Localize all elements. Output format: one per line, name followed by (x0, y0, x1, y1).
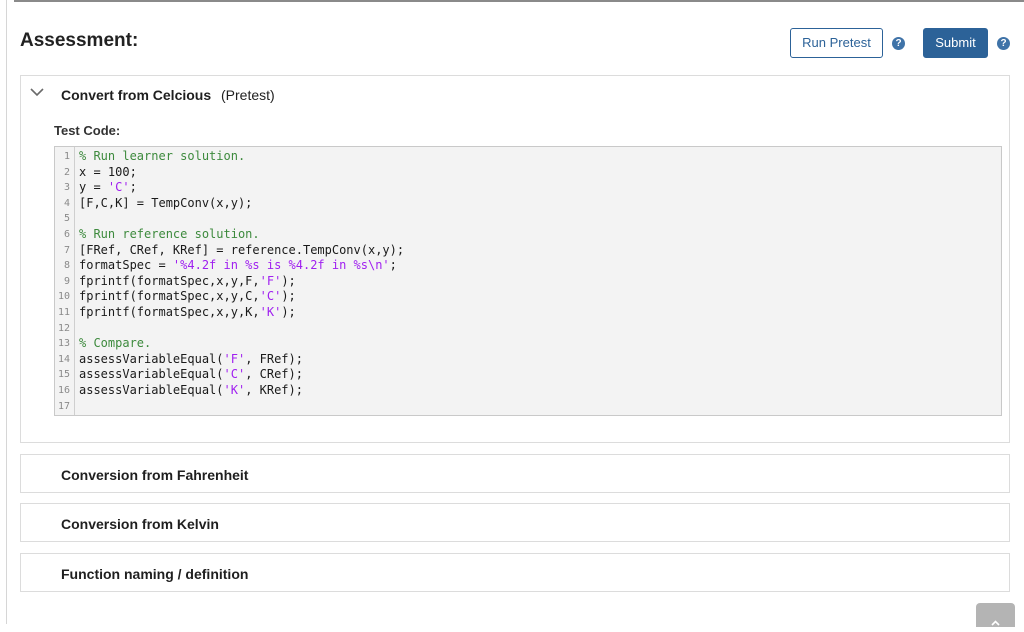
code-line[interactable]: 5 (55, 211, 1001, 227)
line-number: 8 (63, 260, 70, 272)
line-number: 1 (63, 151, 70, 162)
submit-help-icon[interactable]: ? (997, 37, 1010, 50)
code-line[interactable]: 14 assessVariableEqual('F', FRef); (55, 352, 1001, 368)
code-line[interactable]: 12 (55, 321, 1001, 337)
code-text: fprintf(formatSpec,x,y,F,'F'); (79, 273, 296, 288)
code-line[interactable]: 11 fprintf(formatSpec,x,y,K,'K'); (55, 305, 1001, 321)
test-title[interactable]: Conversion from Kelvin (61, 516, 219, 532)
run-pretest-button[interactable]: Run Pretest (790, 28, 883, 58)
line-number: 7 (63, 244, 70, 256)
code-text: assessVariableEqual('F', FRef); (79, 351, 303, 366)
test-title[interactable]: Function naming / definition (61, 566, 248, 582)
code-editor[interactable]: 1 % Run learner solution. 2 x = 100; 3 y = 'C… (54, 146, 1002, 416)
code-text: fprintf(formatSpec,x,y,K,'K'); (79, 304, 296, 319)
code-line[interactable]: 15 assessVariableEqual('C', CRef); (55, 367, 1001, 383)
line-number: 11 (57, 306, 70, 318)
code-line[interactable]: 17 (55, 399, 1001, 415)
test-panel-function-naming[interactable]: Function naming / definition (20, 553, 1010, 592)
code-line[interactable]: 13 % Compare. (55, 336, 1001, 352)
code-text: x = 100; (79, 164, 137, 179)
line-number: 3 (63, 182, 70, 194)
line-number: 5 (63, 213, 70, 225)
code-line[interactable]: 6 % Run reference solution. (55, 227, 1001, 243)
code-text: assessVariableEqual('C', CRef); (79, 367, 303, 382)
code-line[interactable]: 2 x = 100; (55, 165, 1001, 181)
line-number: 13 (57, 338, 70, 350)
code-text: fprintf(formatSpec,x,y,C,'C'); (79, 289, 296, 304)
top-divider (14, 0, 1024, 2)
code-line[interactable]: 4 [F,C,K] = TempConv(x,y); (55, 196, 1001, 212)
code-text: % Run reference solution. (79, 226, 260, 241)
line-number: 4 (63, 197, 70, 209)
code-line[interactable]: 1 % Run learner solution. (55, 149, 1001, 165)
line-number: 14 (57, 353, 70, 365)
line-number: 15 (57, 369, 70, 381)
code-line[interactable]: 3 y = 'C'; (55, 180, 1001, 196)
test-panel-fahrenheit[interactable]: Conversion from Fahrenheit (20, 454, 1010, 493)
line-number: 2 (63, 166, 70, 178)
line-number: 6 (63, 228, 70, 240)
pretest-tag: (Pretest) (221, 87, 275, 103)
test-panel-kelvin[interactable]: Conversion from Kelvin (20, 503, 1010, 542)
code-line[interactable]: 16 assessVariableEqual('K', KRef); (55, 383, 1001, 399)
test-title[interactable]: Conversion from Fahrenheit (61, 467, 248, 483)
assessment-heading: Assessment: (20, 30, 139, 51)
line-number: 16 (57, 384, 70, 396)
code-text: [F,C,K] = TempConv(x,y); (79, 195, 253, 210)
code-text: formatSpec = '%4.2f in %s is %4.2f in %s… (79, 258, 397, 273)
test-panel-celcious: Convert from Celcious (Pretest) Test Cod… (20, 75, 1010, 443)
code-text: assessVariableEqual('K', KRef); (79, 382, 303, 397)
chevron-up-icon (991, 620, 1000, 626)
code-text: % Compare. (79, 336, 152, 351)
test-code-label: Test Code: (54, 123, 121, 138)
code-line[interactable]: 9 fprintf(formatSpec,x,y,F,'F'); (55, 274, 1001, 290)
code-lines: 1 % Run learner solution. 2 x = 100; 3 y = 'C… (55, 149, 1001, 414)
scroll-to-top-button[interactable] (976, 603, 1015, 627)
code-line[interactable]: 7 [FRef, CRef, KRef] = reference.TempConv… (55, 243, 1001, 259)
line-number: 12 (57, 322, 70, 334)
code-line[interactable]: 8 formatSpec = '%4.2f in %s is %4.2f in %… (55, 258, 1001, 274)
line-number: 17 (57, 400, 70, 412)
run-pretest-help-icon[interactable]: ? (892, 37, 905, 50)
chevron-down-icon[interactable] (30, 87, 44, 97)
test-title[interactable]: Convert from Celcious (61, 87, 211, 103)
line-number: 10 (57, 291, 70, 303)
code-text: y = 'C'; (79, 180, 137, 195)
code-line[interactable]: 10 fprintf(formatSpec,x,y,C,'C'); (55, 289, 1001, 305)
code-text: % Run learner solution. (79, 149, 246, 163)
code-text: [FRef, CRef, KRef] = reference.TempConv(… (79, 242, 405, 257)
line-number: 9 (63, 275, 70, 287)
submit-button[interactable]: Submit (923, 28, 988, 58)
